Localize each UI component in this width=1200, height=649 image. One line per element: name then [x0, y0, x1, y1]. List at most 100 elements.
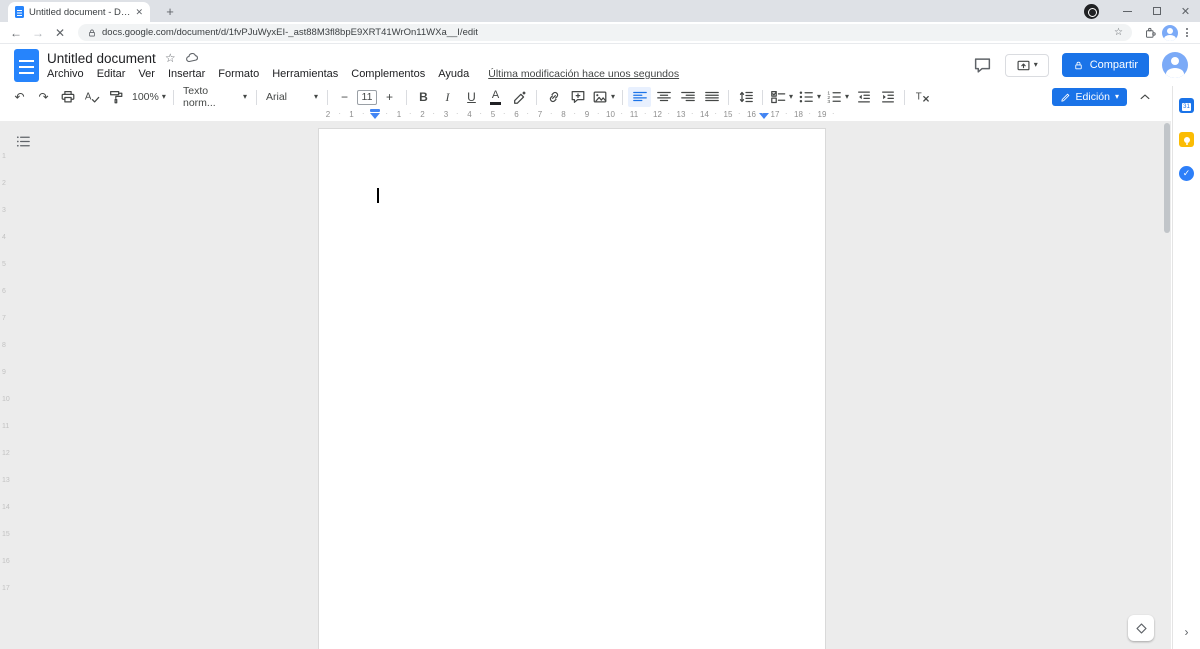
menu-editar[interactable]: Editar	[97, 68, 126, 80]
insert-image-button[interactable]: ▾	[590, 87, 617, 107]
increase-indent-button[interactable]	[876, 87, 899, 107]
ruler-tick: ·	[549, 109, 553, 118]
text-color-button[interactable]: A	[484, 87, 507, 107]
zoom-value: 100%	[132, 91, 159, 103]
collapse-side-panel-icon[interactable]: ›	[1185, 625, 1189, 639]
svg-text:3: 3	[827, 99, 830, 105]
decrease-font-size-button[interactable]: −	[333, 87, 356, 107]
bold-button[interactable]: B	[412, 87, 435, 107]
styles-dropdown[interactable]: Texto norm... ▾	[179, 85, 251, 109]
keep-icon[interactable]	[1179, 132, 1194, 147]
close-tab-icon[interactable]: ✕	[135, 7, 143, 18]
underline-button[interactable]: U	[460, 87, 483, 107]
redo-button[interactable]: ↷	[32, 87, 55, 107]
back-button[interactable]: ←	[6, 23, 26, 43]
toolbar-separator	[536, 89, 537, 105]
lock-icon	[1075, 61, 1082, 69]
zoom-dropdown[interactable]: 100% ▾	[128, 87, 168, 107]
account-avatar[interactable]	[1162, 52, 1188, 78]
menu-insertar[interactable]: Insertar	[168, 68, 205, 80]
document-outline-button[interactable]	[12, 130, 34, 152]
saved-cloud-icon[interactable]	[185, 51, 199, 65]
docs-header: Untitled document ☆ Archivo Editar Ver I…	[0, 44, 1200, 86]
address-bar[interactable]: docs.google.com/document/d/1fvPJuWyxEI-_…	[78, 24, 1132, 41]
undo-button[interactable]: ↶	[8, 87, 31, 107]
close-window-button[interactable]: ✕	[1171, 0, 1200, 22]
print-button[interactable]	[56, 87, 79, 107]
menu-ver[interactable]: Ver	[138, 68, 155, 80]
toolbar-separator	[406, 89, 407, 105]
star-document-icon[interactable]: ☆	[165, 51, 176, 65]
docs-logo-icon[interactable]	[14, 48, 39, 82]
ruler-number: 10	[606, 110, 615, 119]
browser-profile-avatar[interactable]	[1162, 24, 1178, 41]
checklist-button[interactable]: ▾	[768, 87, 795, 107]
menu-ayuda[interactable]: Ayuda	[438, 68, 469, 80]
left-margin-marker[interactable]	[370, 113, 380, 119]
extensions-puzzle-icon[interactable]	[1140, 23, 1160, 43]
align-right-button[interactable]	[676, 87, 699, 107]
menu-formato[interactable]: Formato	[218, 68, 259, 80]
last-edit-link[interactable]: Última modificación hace unos segundos	[488, 68, 679, 80]
hide-menus-chevron-icon[interactable]	[1138, 90, 1152, 104]
comments-icon[interactable]	[973, 56, 992, 75]
menu-herramientas[interactable]: Herramientas	[272, 68, 338, 80]
menu-complementos[interactable]: Complementos	[351, 68, 425, 80]
minimize-button[interactable]	[1113, 0, 1142, 22]
align-left-button[interactable]	[628, 87, 652, 107]
increase-font-size-button[interactable]: +	[378, 87, 401, 107]
ruler-tick: ·	[455, 109, 459, 118]
vertical-scrollbar-thumb[interactable]	[1164, 123, 1170, 233]
clear-formatting-button[interactable]: T	[910, 87, 933, 107]
new-tab-button[interactable]: +	[160, 3, 180, 20]
ruler-tick: ·	[596, 109, 600, 118]
ruler-number: 2	[2, 180, 6, 187]
editing-mode-dropdown[interactable]: Edición ▾	[1051, 88, 1127, 106]
url-text: docs.google.com/document/d/1fvPJuWyxEI-_…	[102, 27, 478, 38]
ruler-number: 2	[420, 110, 425, 119]
toolbar-separator	[904, 89, 906, 105]
document-title[interactable]: Untitled document	[47, 51, 156, 66]
font-size-value[interactable]: 11	[357, 89, 377, 105]
add-comment-button[interactable]	[566, 87, 589, 107]
maximize-button[interactable]	[1142, 0, 1171, 22]
explore-button[interactable]	[1128, 615, 1154, 641]
line-spacing-button[interactable]	[734, 87, 757, 107]
toolbar-separator	[173, 89, 174, 105]
ruler-tick: ·	[479, 109, 483, 118]
browser-tab[interactable]: Untitled document - Documento ✕	[8, 2, 150, 22]
ruler-number: 6	[2, 288, 6, 295]
bulleted-list-button[interactable]: ▾	[796, 87, 823, 107]
insert-link-button[interactable]	[542, 87, 565, 107]
calendar-icon[interactable]	[1179, 98, 1194, 113]
editor-canvas: 1 2 3 4 5 6 7 8 9 10 11 12 13 14 15 16 17	[0, 121, 1171, 649]
align-center-button[interactable]	[652, 87, 675, 107]
highlight-color-button[interactable]	[508, 87, 531, 107]
decrease-indent-button[interactable]	[852, 87, 875, 107]
browser-extension-icon[interactable]	[1084, 3, 1099, 19]
side-panel: ✓ ›	[1172, 86, 1200, 649]
stop-reload-button[interactable]: ✕	[50, 23, 70, 43]
first-line-indent-marker[interactable]	[370, 109, 380, 112]
ruler-number: 6	[514, 110, 519, 119]
font-dropdown[interactable]: Arial ▾	[262, 87, 322, 107]
spellcheck-button[interactable]: A	[80, 87, 103, 107]
forward-button[interactable]: →	[28, 23, 48, 43]
numbered-list-button[interactable]: 123 ▾	[824, 87, 851, 107]
tasks-icon[interactable]: ✓	[1179, 166, 1194, 181]
browser-menu-icon[interactable]	[1180, 25, 1194, 41]
paint-format-button[interactable]	[104, 87, 127, 107]
toolbar-separator	[622, 89, 624, 105]
ruler-tick: ·	[761, 109, 765, 118]
ruler-tick: ·	[643, 109, 647, 118]
share-button[interactable]: Compartir	[1061, 53, 1149, 77]
align-justify-button[interactable]	[700, 87, 723, 107]
style-value: Texto norm...	[183, 85, 216, 109]
menu-archivo[interactable]: Archivo	[47, 68, 84, 80]
italic-button[interactable]: I	[436, 87, 459, 107]
present-to-meet-button[interactable]: ▾	[1004, 53, 1049, 77]
toolbar-separator	[762, 89, 764, 105]
bookmark-star-icon[interactable]: ☆	[1114, 27, 1123, 38]
document-page[interactable]	[318, 128, 826, 649]
maximize-icon	[1152, 7, 1161, 15]
